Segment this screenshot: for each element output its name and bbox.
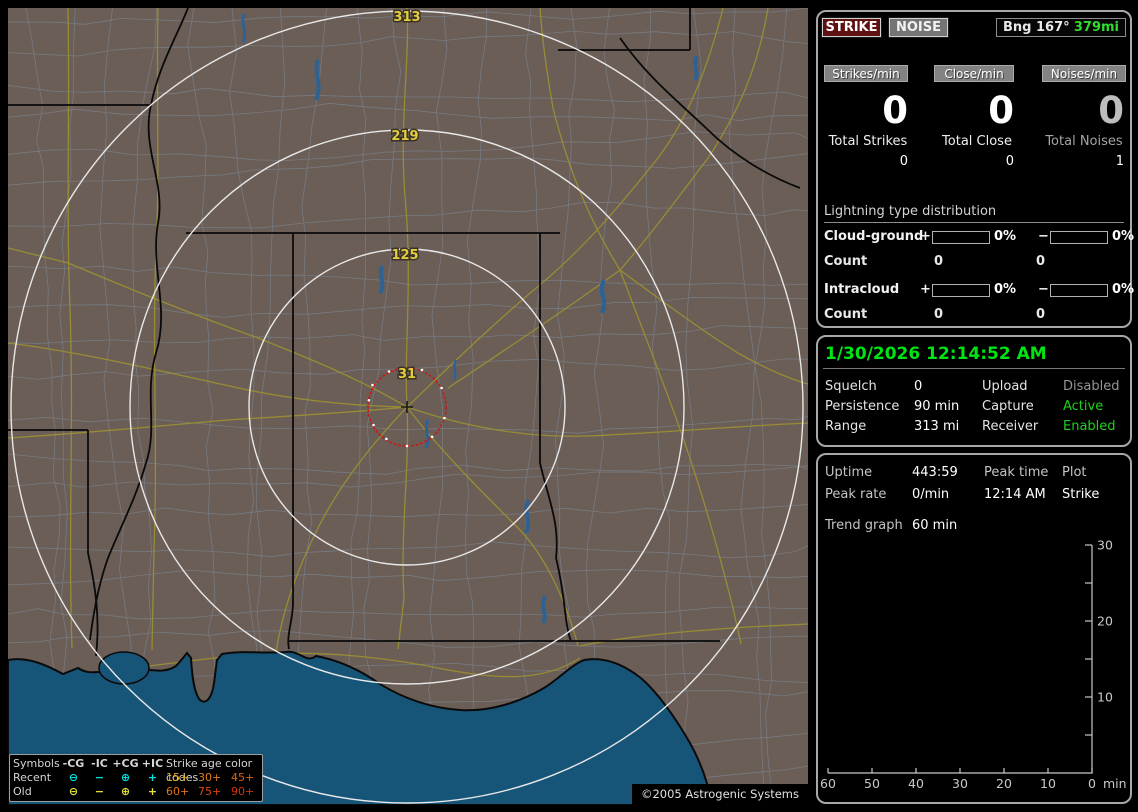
- bearing-value: Bng 167°: [1003, 20, 1070, 35]
- distribution-title: Lightning type distribution: [824, 204, 997, 219]
- old-pic-icon: +: [147, 785, 158, 798]
- ring-label-31: 31: [398, 367, 416, 382]
- trend-graph: 10 20 30 0 10 20 30 40 50 60 min: [820, 538, 1127, 792]
- range-value: 313 mi: [914, 419, 960, 434]
- ic-plus-sign: +: [920, 282, 931, 297]
- legend-row-old-label: Old: [13, 785, 32, 798]
- strike-legend: Symbols -CG -IC +CG +IC Strike age color…: [9, 754, 263, 802]
- ic-minus-pct: 0%: [1112, 282, 1135, 297]
- legend-col-nic: -IC: [91, 757, 108, 770]
- svg-text:min: min: [1103, 776, 1127, 791]
- recent-pcg-icon: ⊕: [120, 771, 131, 784]
- noises-per-min-value: 0: [1098, 89, 1124, 132]
- radar-map[interactable]: 313 219 125 31 Symbols -CG -IC +CG +IC S…: [8, 8, 808, 805]
- total-noises-value: 1: [1115, 154, 1124, 169]
- old-pcg-icon: ⊕: [120, 785, 131, 798]
- capture-value: Active: [1063, 399, 1104, 414]
- old-ncg-icon: ⊖: [68, 785, 79, 798]
- strikes-per-min-button[interactable]: Strikes/min: [824, 65, 908, 82]
- recent-nic-icon: −: [94, 771, 105, 784]
- total-noises-label: Total Noises: [1045, 134, 1123, 149]
- svg-text:10: 10: [1040, 776, 1056, 791]
- upload-value: Disabled: [1063, 379, 1120, 394]
- strike-toggle-button[interactable]: STRIKE: [821, 17, 882, 38]
- ic-count-label: Count: [824, 307, 868, 322]
- legend-symbols-header: Symbols: [13, 757, 60, 770]
- distribution-divider: [824, 222, 1124, 223]
- total-strikes-label: Total Strikes: [828, 134, 908, 149]
- cg-plus-pct: 0%: [994, 229, 1017, 244]
- legend-col-pcg: +CG: [112, 757, 139, 770]
- age-75: 75+: [198, 785, 222, 798]
- legend-age-header: Strike age color codes: [166, 757, 253, 784]
- ic-plus-count: 0: [934, 307, 944, 322]
- capture-label: Capture: [982, 399, 1034, 414]
- datetime-display: 1/30/2026 12:14:52 AM: [825, 344, 1047, 364]
- age-30: 30+: [198, 771, 222, 784]
- cg-plus-count: 0: [934, 254, 944, 269]
- old-nic-icon: −: [94, 785, 105, 798]
- trend-panel: Uptime 443:59 Peak time Plot Peak rate 0…: [816, 453, 1132, 804]
- svg-text:40: 40: [908, 776, 924, 791]
- intracloud-label: Intracloud: [824, 282, 900, 297]
- ic-plus-pct: 0%: [994, 282, 1017, 297]
- bearing-range-value: 379mi: [1073, 20, 1119, 35]
- ic-minus-sign: −: [1038, 282, 1049, 297]
- counters-panel: STRIKE NOISE Bng 167° 379mi Strikes/min …: [816, 10, 1135, 328]
- age-45: 45+: [231, 771, 255, 784]
- recent-ncg-icon: ⊖: [68, 771, 79, 784]
- total-strikes-value: 0: [899, 154, 908, 169]
- ring-label-313: 313: [393, 10, 420, 25]
- age-15: 15+: [166, 771, 190, 784]
- age-60: 60+: [166, 785, 190, 798]
- close-per-min-value: 0: [988, 89, 1014, 132]
- ic-minus-bar: [1050, 284, 1108, 297]
- upload-label: Upload: [982, 379, 1028, 394]
- legend-col-pic: +IC: [141, 757, 164, 770]
- map-canvas[interactable]: 313 219 125 31: [8, 8, 808, 805]
- svg-text:60: 60: [820, 776, 836, 791]
- cg-plus-sign: +: [920, 229, 931, 244]
- svg-text:10: 10: [1097, 690, 1113, 705]
- datetime-divider: [823, 368, 1125, 369]
- cg-count-label: Count: [824, 254, 868, 269]
- recent-pic-icon: +: [147, 771, 158, 784]
- receiver-label: Receiver: [982, 419, 1039, 434]
- strikes-per-min-value: 0: [882, 89, 908, 132]
- svg-text:50: 50: [864, 776, 880, 791]
- receiver-value: Enabled: [1063, 419, 1116, 434]
- ring-label-125: 125: [391, 248, 418, 263]
- ic-plus-bar: [932, 284, 990, 297]
- cg-plus-bar: [932, 231, 990, 244]
- status-panel: 1/30/2026 12:14:52 AM Squelch 0 Persiste…: [816, 335, 1132, 447]
- squelch-value: 0: [914, 379, 923, 394]
- svg-text:30: 30: [952, 776, 968, 791]
- squelch-label: Squelch: [825, 379, 877, 394]
- svg-text:30: 30: [1097, 538, 1113, 553]
- age-90: 90+: [231, 785, 255, 798]
- noises-per-min-button[interactable]: Noises/min: [1042, 65, 1126, 82]
- cg-minus-pct: 0%: [1112, 229, 1135, 244]
- noise-toggle-button[interactable]: NOISE: [888, 17, 949, 38]
- cg-minus-bar: [1050, 231, 1108, 244]
- total-close-label: Total Close: [942, 134, 1012, 149]
- range-label: Range: [825, 419, 867, 434]
- total-close-value: 0: [1005, 154, 1014, 169]
- cg-minus-sign: −: [1038, 229, 1049, 244]
- ring-label-219: 219: [391, 129, 418, 144]
- persistence-label: Persistence: [825, 399, 900, 414]
- bearing-readout: Bng 167° 379mi: [996, 18, 1126, 37]
- ic-minus-count: 0: [1036, 307, 1046, 322]
- copyright-label: ©2005 Astrogenic Systems: [631, 784, 808, 805]
- cloud-ground-label: Cloud-ground: [824, 229, 924, 244]
- legend-row-recent-label: Recent: [13, 771, 52, 784]
- persistence-value: 90 min: [914, 399, 960, 414]
- close-per-min-button[interactable]: Close/min: [934, 65, 1014, 82]
- legend-col-ncg: -CG: [62, 757, 85, 770]
- svg-text:20: 20: [996, 776, 1012, 791]
- svg-text:20: 20: [1097, 614, 1113, 629]
- cg-minus-count: 0: [1036, 254, 1046, 269]
- svg-text:0: 0: [1088, 776, 1096, 791]
